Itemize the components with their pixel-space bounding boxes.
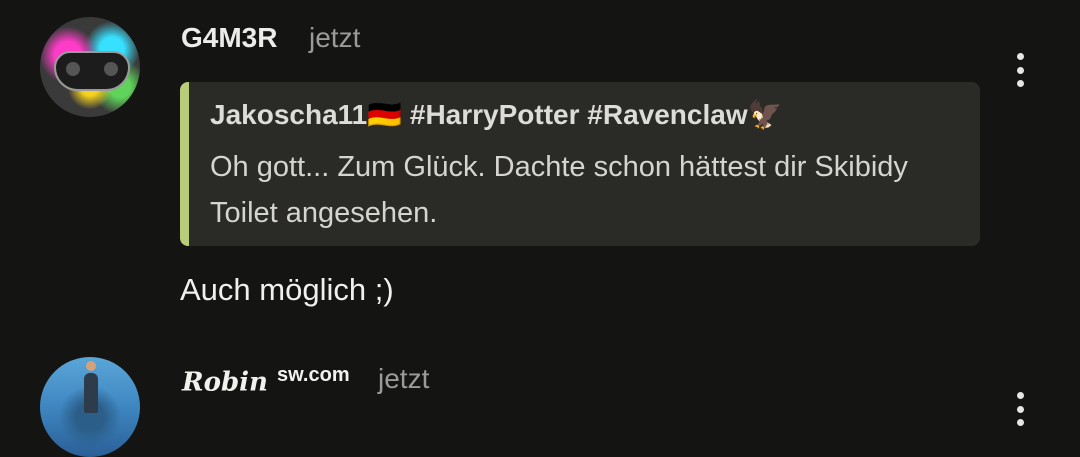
- comment-username[interactable]: G4M3R: [181, 22, 277, 54]
- quoted-text: Oh gott... Zum Glück. Dachte schon hätte…: [210, 151, 908, 229]
- comment-username[interactable]: Robin sw.com: [182, 364, 350, 398]
- quoted-author: Jakoscha11🇩🇪 #HarryPotter #Ravenclaw🦅: [210, 99, 783, 130]
- more-options-icon[interactable]: [1008, 53, 1032, 87]
- username-script: Robin: [182, 367, 268, 398]
- quoted-comment[interactable]: Jakoscha11🇩🇪 #HarryPotter #Ravenclaw🦅 Oh…: [180, 82, 980, 246]
- comment-timestamp: jetzt: [378, 363, 430, 394]
- gamepad-icon: [54, 51, 130, 91]
- avatar[interactable]: [40, 357, 140, 457]
- username-superscript: sw.com: [276, 364, 350, 386]
- comment-body: Auch möglich ;): [180, 272, 394, 307]
- more-options-icon[interactable]: [1008, 392, 1032, 426]
- person-icon: [84, 361, 98, 413]
- comment-timestamp: jetzt: [309, 22, 361, 53]
- avatar[interactable]: [40, 17, 140, 117]
- quote-bar: [180, 82, 189, 246]
